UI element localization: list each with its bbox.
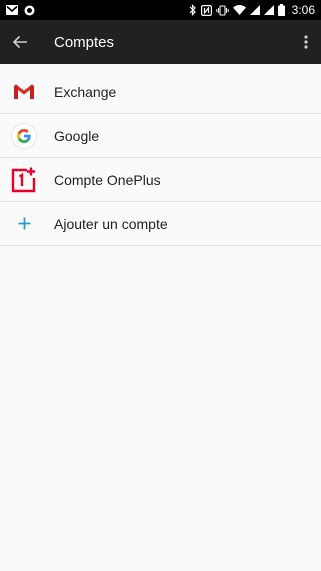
signal-icon xyxy=(263,5,274,15)
battery-icon xyxy=(277,4,285,16)
more-vert-icon xyxy=(304,35,308,49)
more-options-button[interactable] xyxy=(291,20,321,64)
record-icon xyxy=(24,5,35,16)
account-row-oneplus[interactable]: Compte OnePlus xyxy=(0,158,321,202)
account-label: Exchange xyxy=(54,83,117,100)
arrow-back-icon xyxy=(12,35,27,49)
account-list: Exchange Google Compte OnePlus Ajouter u… xyxy=(0,70,321,246)
google-icon xyxy=(11,122,37,149)
account-label: Google xyxy=(54,127,100,144)
status-bar: 3:06 xyxy=(0,0,321,20)
signal-icon xyxy=(249,5,260,15)
vibrate-icon xyxy=(215,4,229,16)
wifi-icon xyxy=(232,5,246,15)
account-row-exchange[interactable]: Exchange xyxy=(0,70,321,114)
gmail-notification-icon xyxy=(6,5,18,15)
gmail-icon xyxy=(14,84,34,99)
page-title: Comptes xyxy=(54,33,115,51)
account-row-google[interactable]: Google xyxy=(0,114,321,158)
add-icon xyxy=(18,217,30,230)
add-account-label: Ajouter un compte xyxy=(54,215,168,232)
nfc-icon xyxy=(200,4,212,16)
toolbar: Comptes xyxy=(0,20,321,64)
account-label: Compte OnePlus xyxy=(54,171,161,188)
back-button[interactable] xyxy=(0,20,40,64)
oneplus-icon xyxy=(11,167,36,192)
bluetooth-icon xyxy=(189,4,197,16)
add-account-button[interactable]: Ajouter un compte xyxy=(0,202,321,246)
status-time: 3:06 xyxy=(291,3,315,17)
